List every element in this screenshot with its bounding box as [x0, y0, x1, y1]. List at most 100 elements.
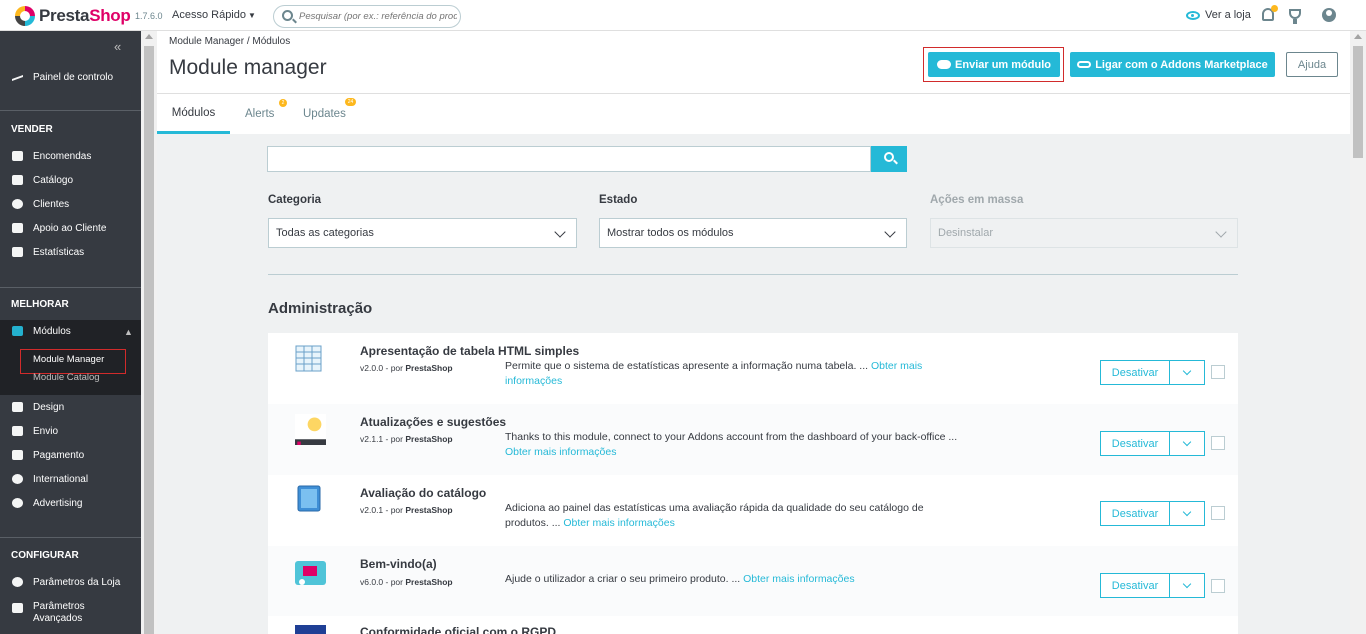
- sidebar-divider: [0, 287, 141, 288]
- read-more-link[interactable]: Obter mais informações: [505, 446, 616, 458]
- action-dropdown-toggle[interactable]: [1170, 431, 1205, 456]
- tab-updates[interactable]: Updates: [303, 94, 346, 134]
- disable-button[interactable]: Desativar: [1100, 431, 1170, 456]
- module-select-checkbox[interactable]: [1211, 436, 1225, 450]
- top-bar: PrestaShop 1.7.6.0 Acesso Rápido▼ Ver a …: [0, 0, 1366, 31]
- module-search-input[interactable]: [267, 146, 871, 172]
- module-version: v2.0.0 - por PrestaShop: [360, 363, 453, 373]
- global-search-input[interactable]: [299, 9, 457, 24]
- sidebar-item-support[interactable]: Apoio ao Cliente: [0, 217, 141, 239]
- sidebar-item-label: Clientes: [33, 198, 70, 210]
- logo-text: PrestaShop: [39, 6, 131, 26]
- sidebar-item-shipping[interactable]: Envio: [0, 420, 141, 442]
- category-title: Administração: [268, 300, 373, 317]
- category-select-value: Todas as categorias: [276, 227, 374, 239]
- sidebar-item-label: Módulos: [33, 325, 71, 337]
- breadcrumb-item[interactable]: Módulos: [252, 36, 290, 47]
- sidebar-subitem-module-catalog[interactable]: Module Catalog: [33, 372, 100, 383]
- chevron-down-icon: [884, 226, 896, 238]
- disable-button[interactable]: Desativar: [1100, 360, 1170, 385]
- sidebar-item-label: Design: [33, 401, 65, 413]
- credit-card-icon: [12, 450, 23, 460]
- sidebar: « Painel de controlo VENDER Encomendas C…: [0, 31, 141, 634]
- sidebar-item-label: Advertising: [33, 497, 83, 509]
- module-select-checkbox[interactable]: [1211, 579, 1225, 593]
- sidebar-item-label: Painel de controlo: [33, 71, 114, 83]
- upload-module-button[interactable]: Enviar um módulo: [928, 52, 1060, 77]
- logo-text-shop: Shop: [89, 6, 131, 25]
- connect-addons-button[interactable]: Ligar com o Addons Marketplace: [1070, 52, 1275, 77]
- sidebar-item-design[interactable]: Design: [0, 396, 141, 418]
- sidebar-item-catalog[interactable]: Catálogo: [0, 169, 141, 191]
- sidebar-item-modules[interactable]: Módulos: [0, 320, 141, 342]
- page-scrollbar[interactable]: [1350, 31, 1366, 634]
- disable-button[interactable]: Desativar: [1100, 501, 1170, 526]
- sidebar-section-configure: CONFIGURAR: [11, 550, 79, 561]
- sidebar-item-stats[interactable]: Estatísticas: [0, 241, 141, 263]
- tab-alerts[interactable]: Alerts: [245, 94, 274, 134]
- tab-label: Updates: [303, 108, 346, 120]
- status-filter-label: Estado: [599, 194, 638, 206]
- module-search-button[interactable]: [871, 146, 907, 172]
- upload-module-label: Enviar um módulo: [955, 58, 1051, 71]
- quick-access-dropdown[interactable]: Acesso Rápido ▼: [172, 9, 256, 21]
- action-dropdown-toggle[interactable]: [1170, 501, 1205, 526]
- sidebar-item-shop-params[interactable]: Parâmetros da Loja: [0, 571, 141, 593]
- sidebar-item-label: Apoio ao Cliente: [33, 222, 107, 234]
- module-row: Apresentação de tabela HTML simples v2.0…: [268, 333, 1238, 404]
- breadcrumb-item[interactable]: Module Manager: [169, 36, 244, 47]
- version-label: 1.7.6.0: [135, 11, 163, 21]
- desktop-icon: [12, 402, 23, 412]
- settings-applications-icon: [12, 603, 23, 613]
- sidebar-item-payment[interactable]: Pagamento: [0, 444, 141, 466]
- sidebar-section-sell: VENDER: [11, 124, 53, 135]
- module-name: Apresentação de tabela HTML simples: [360, 344, 580, 358]
- action-dropdown-toggle[interactable]: [1170, 360, 1205, 385]
- trophy-icon[interactable]: [1289, 9, 1301, 24]
- category-select[interactable]: Todas as categorias: [268, 218, 577, 248]
- module-select-checkbox[interactable]: [1211, 365, 1225, 379]
- help-button[interactable]: Ajuda: [1286, 52, 1338, 77]
- scrollbar-thumb[interactable]: [1353, 46, 1363, 158]
- disable-button[interactable]: Desativar: [1100, 573, 1170, 598]
- module-description-text: Ajude o utilizador a criar o seu primeir…: [505, 573, 741, 585]
- alerts-badge: 2: [279, 99, 287, 107]
- view-shop-link[interactable]: Ver a loja: [1186, 9, 1251, 21]
- module-name: Bem-vindo(a): [360, 557, 437, 571]
- sidebar-item-adv-params[interactable]: Parâmetros Avançados: [0, 601, 141, 627]
- module-description: Permite que o sistema de estatísticas ap…: [505, 359, 955, 389]
- user-account-icon[interactable]: [1322, 8, 1336, 22]
- scroll-up-arrow-icon[interactable]: [1354, 34, 1362, 39]
- module-name: Atualizações e sugestões: [360, 415, 507, 429]
- tab-bar: Módulos Alerts 2 Updates 24: [157, 93, 1350, 134]
- read-more-link[interactable]: Obter mais informações: [563, 517, 674, 529]
- global-search[interactable]: [273, 5, 461, 28]
- search-icon: [884, 152, 894, 162]
- puzzle-icon: [12, 326, 23, 336]
- prestashop-logo[interactable]: PrestaShop: [15, 6, 131, 26]
- status-select[interactable]: Mostrar todos os módulos: [599, 218, 907, 248]
- sidebar-item-label: International: [33, 473, 89, 485]
- sidebar-item-customers[interactable]: Clientes: [0, 193, 141, 215]
- sidebar-item-advertising[interactable]: Advertising: [0, 492, 141, 514]
- sidebar-scrollbar[interactable]: [141, 31, 157, 634]
- sidebar-item-international[interactable]: International: [0, 468, 141, 490]
- sidebar-item-label: Estatísticas: [33, 246, 85, 258]
- module-select-checkbox[interactable]: [1211, 506, 1225, 520]
- sidebar-section-improve: MELHORAR: [11, 299, 69, 310]
- gear-icon: [12, 577, 23, 587]
- scroll-up-arrow-icon[interactable]: [145, 34, 153, 39]
- collapse-sidebar-icon[interactable]: «: [114, 39, 121, 54]
- scrollbar-thumb[interactable]: [144, 46, 154, 634]
- action-dropdown-toggle[interactable]: [1170, 573, 1205, 598]
- read-more-link[interactable]: Obter mais informações: [743, 573, 854, 585]
- tab-modules[interactable]: Módulos: [157, 94, 230, 134]
- key-icon: [1077, 61, 1092, 68]
- sidebar-item-orders[interactable]: Encomendas: [0, 145, 141, 167]
- sidebar-item-label: Encomendas: [33, 150, 92, 162]
- lightbulb-icon: [295, 414, 326, 445]
- module-author: PrestaShop: [405, 363, 453, 373]
- chevron-up-icon[interactable]: ▲: [124, 327, 133, 337]
- sidebar-item-dashboard[interactable]: Painel de controlo: [0, 66, 141, 88]
- module-name: Avaliação do catálogo: [360, 486, 487, 500]
